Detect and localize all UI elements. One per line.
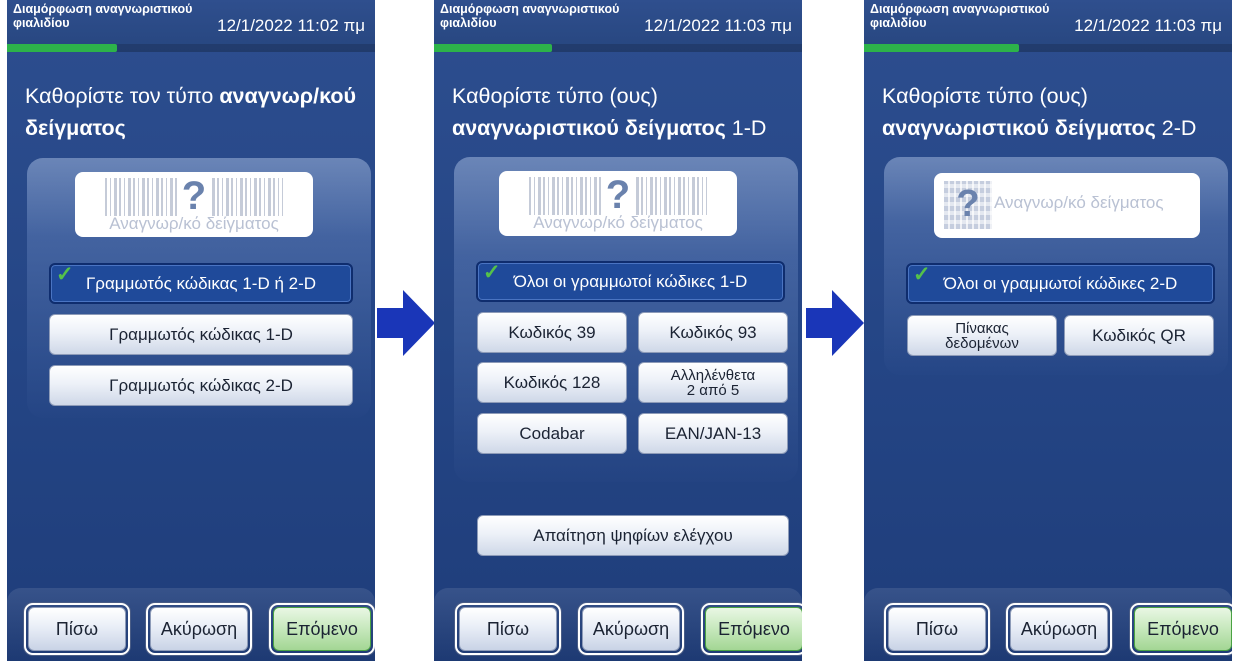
screen-sample-id-type: Διαμόρφωση αναγνωριστικού φιαλιδίου 12/1… [7,0,375,661]
progress-bar [434,44,552,52]
window-title: Διαμόρφωση αναγνωριστικού φιαλιδίου [13,2,193,30]
question-mark-icon: ? [179,173,209,219]
interleaved-2of5-button[interactable]: Αλληλένθετα 2 από 5 [638,362,788,403]
page-title: Καθορίστε τον τύπο αναγνωρ/κού δείγματος [25,84,357,140]
options-panel: ? Αναγνωρ/κό δείγματος ✓ Γραμμωτός κώδικ… [27,158,371,418]
option-label: Όλοι οι γραμμωτοί κώδικες 1-D [513,272,748,291]
question-mark-icon: ? [603,172,633,218]
code-128-button[interactable]: Κωδικός 128 [477,362,627,403]
code-39-button[interactable]: Κωδικός 39 [477,312,627,353]
title-bar: Διαμόρφωση αναγνωριστικού φιαλιδίου 12/1… [434,0,802,52]
option-1d-or-2d-button[interactable]: ✓ Γραμμωτός κώδικας 1-D ή 2-D [49,263,353,304]
option-2d-button[interactable]: Γραμμωτός κώδικας 2-D [49,365,353,406]
data-matrix-button[interactable]: Πίνακας δεδομένων [907,315,1057,356]
check-icon: ✓ [483,261,501,284]
qr-code-button[interactable]: Κωδικός QR [1064,315,1214,356]
datamatrix-preview: ? Αναγνωρ/κό δείγματος [934,173,1200,238]
window-title: Διαμόρφωση αναγνωριστικού φιαλιδίου [440,2,620,30]
require-check-digit-button[interactable]: Απαίτηση ψηφίων ελέγχου [477,515,789,556]
preview-label: Αναγνωρ/κό δείγματος [109,214,279,233]
back-button[interactable]: Πίσω [24,603,130,655]
preview-label: Αναγνωρ/κό δείγματος [994,193,1164,212]
datetime: 12/1/2022 11:02 πμ [217,16,365,35]
codabar-button[interactable]: Codabar [477,413,627,454]
window-title: Διαμόρφωση αναγνωριστικού φιαλιδίου [870,2,1050,30]
progress-bar [864,44,1019,52]
datetime: 12/1/2022 11:03 πμ [644,16,792,35]
option-label: Όλοι οι γραμμωτοί κώδικες 2-D [943,274,1178,293]
check-icon: ✓ [56,263,74,286]
title-bar: Διαμόρφωση αναγνωριστικού φιαλιδίου 12/1… [864,0,1232,52]
option-label: Γραμμωτός κώδικας 1-D ή 2-D [85,274,317,293]
code-93-button[interactable]: Κωδικός 93 [638,312,788,353]
options-panel: ? Αναγνωρ/κό δείγματος ✓ Όλοι οι γραμμωτ… [884,157,1228,375]
option-all-2d-button[interactable]: ✓ Όλοι οι γραμμωτοί κώδικες 2-D [906,263,1215,304]
back-button[interactable]: Πίσω [884,603,990,655]
progress-bar [7,44,118,52]
barcode-preview: ? Αναγνωρ/κό δείγματος [499,171,737,236]
screen-1d-types: Διαμόρφωση αναγνωριστικού φιαλιδίου 12/1… [434,0,802,661]
screen-2d-types: Διαμόρφωση αναγνωριστικού φιαλιδίου 12/1… [864,0,1232,661]
option-all-1d-button[interactable]: ✓ Όλοι οι γραμμωτοί κώδικες 1-D [476,261,785,302]
question-mark-icon: ? [956,183,980,225]
cancel-button[interactable]: Ακύρωση [146,603,252,655]
barcode-preview: ? Αναγνωρ/κό δείγματος [75,172,313,237]
datetime: 12/1/2022 11:03 πμ [1074,16,1222,35]
option-label: Γραμμωτός κώδικας 1-D [109,325,293,344]
arrow-right-icon [806,290,864,356]
next-button[interactable]: Επόμενο [1130,603,1232,655]
title-bar: Διαμόρφωση αναγνωριστικού φιαλιδίου 12/1… [7,0,375,52]
ean-jan-13-button[interactable]: EAN/JAN-13 [638,413,788,454]
page-title: Καθορίστε τύπο (ους) αναγνωριστικού δείγμ… [882,84,1197,140]
check-icon: ✓ [913,263,931,286]
arrow-right-icon [377,290,435,356]
next-button[interactable]: Επόμενο [701,603,802,655]
option-label: Γραμμωτός κώδικας 2-D [109,376,293,395]
cancel-button[interactable]: Ακύρωση [578,603,684,655]
option-1d-button[interactable]: Γραμμωτός κώδικας 1-D [49,314,353,355]
page-title: Καθορίστε τύπο (ους) αναγνωριστικού δείγμ… [452,84,767,140]
next-button[interactable]: Επόμενο [269,603,375,655]
options-panel: ? Αναγνωρ/κό δείγματος ✓ Όλοι οι γραμμωτ… [454,157,798,482]
back-button[interactable]: Πίσω [455,603,561,655]
cancel-button[interactable]: Ακύρωση [1006,603,1112,655]
preview-label: Αναγνωρ/κό δείγματος [533,213,703,232]
